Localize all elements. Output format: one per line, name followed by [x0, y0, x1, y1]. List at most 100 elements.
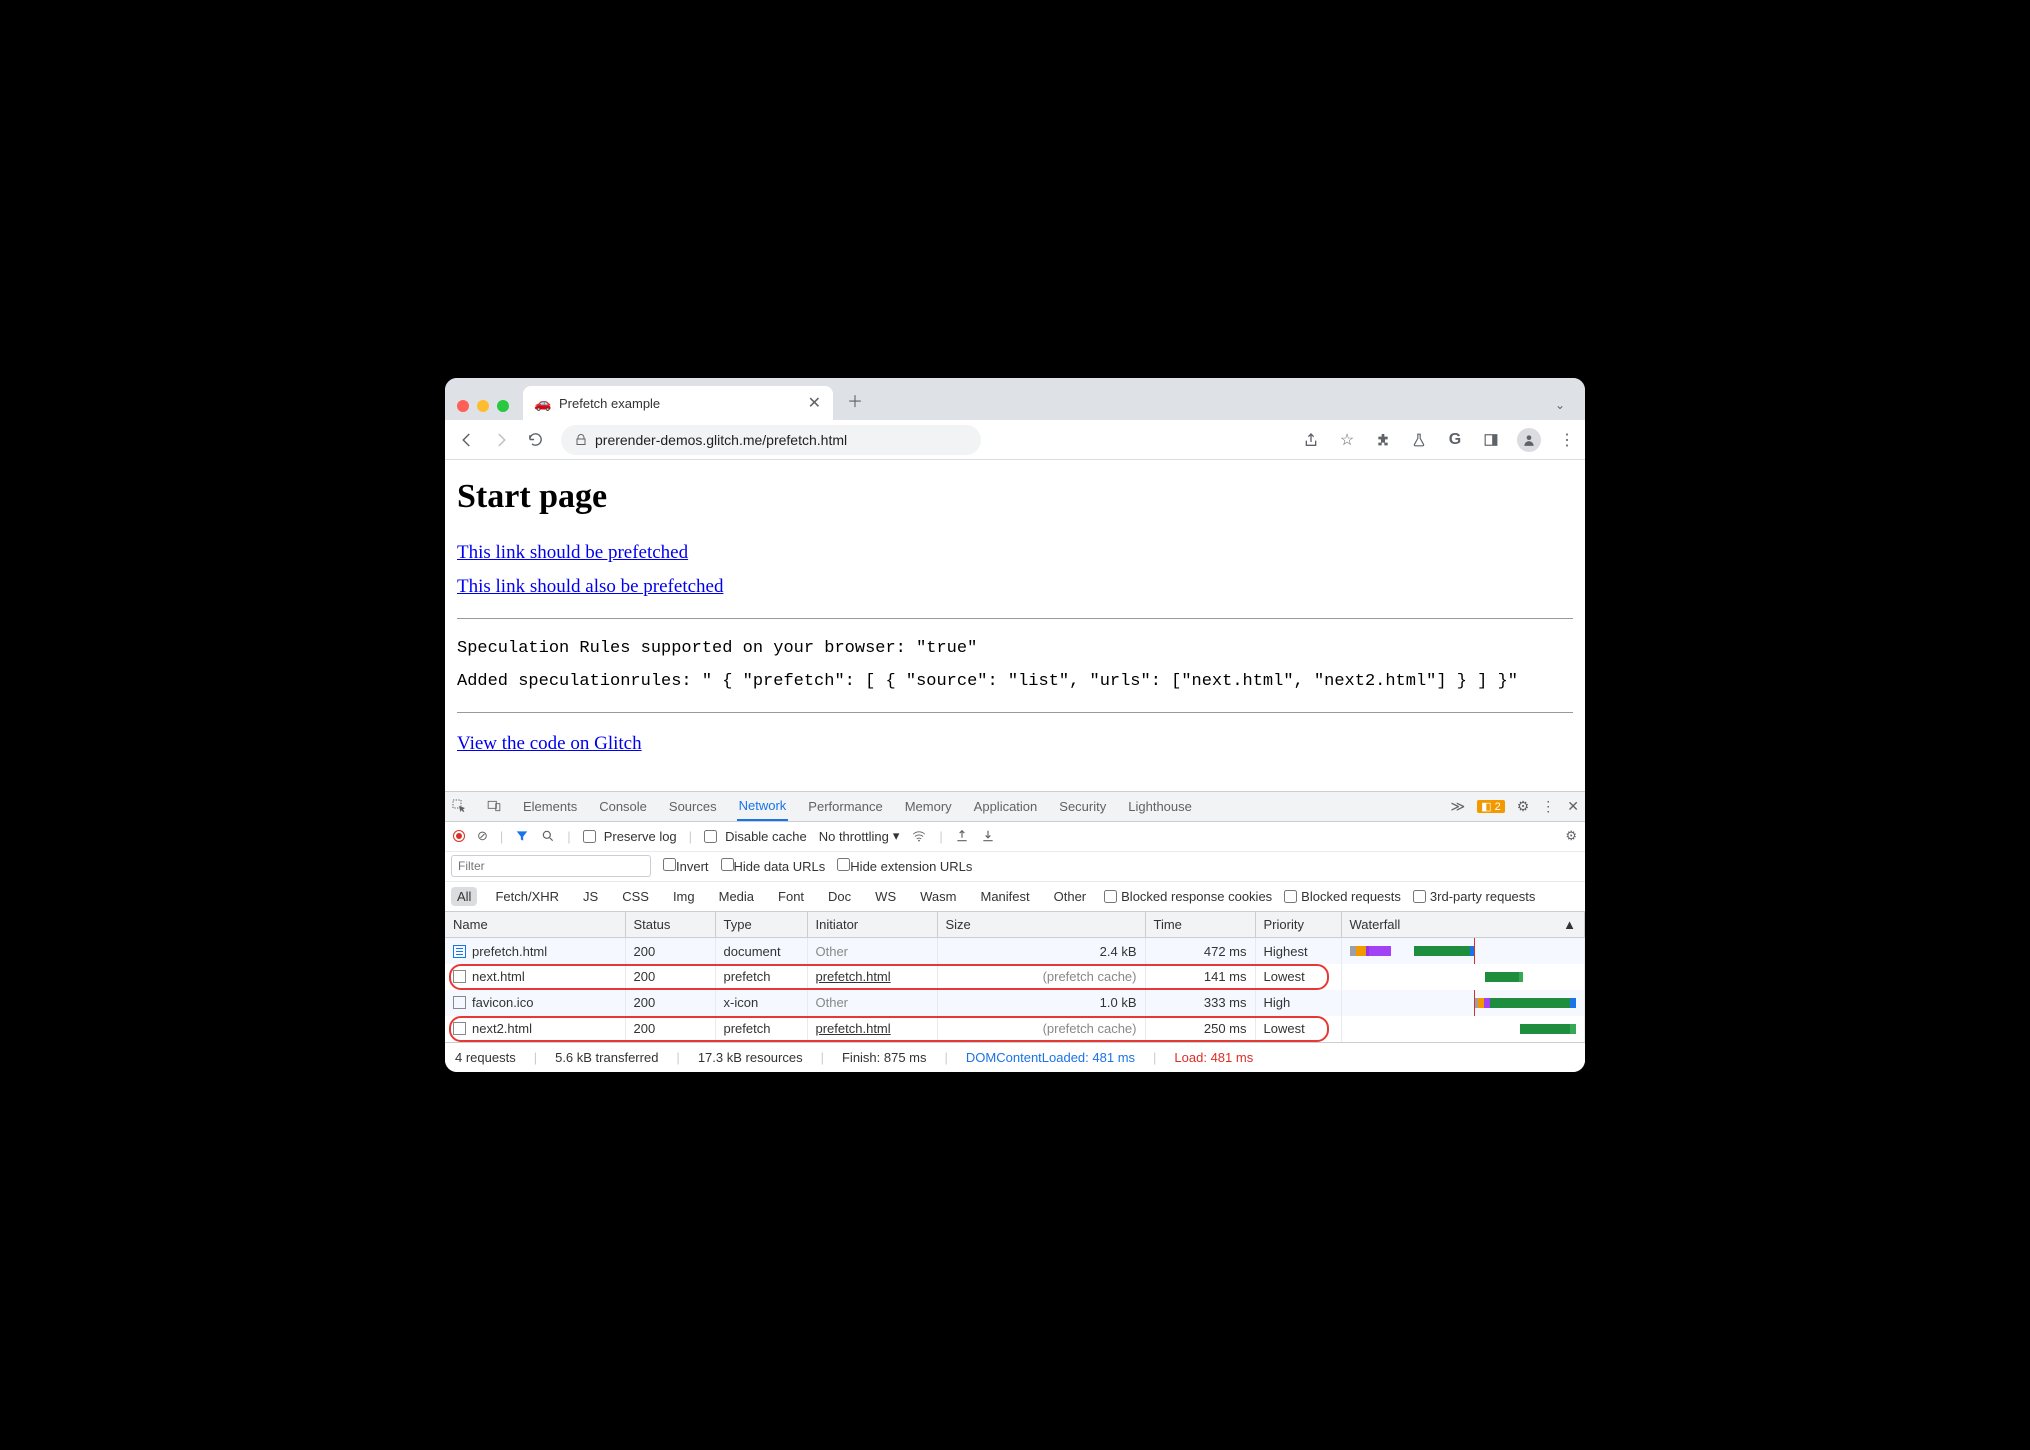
filter-wasm[interactable]: Wasm — [914, 887, 962, 906]
browser-tab[interactable]: 🚗 Prefetch example ✕ — [523, 386, 833, 420]
col-size[interactable]: Size — [937, 912, 1145, 938]
browser-window: 🚗 Prefetch example ✕ ＋ ⌄ prerender-demos… — [445, 378, 1585, 1072]
new-tab-button[interactable]: ＋ — [839, 388, 871, 420]
disable-cache-checkbox[interactable]: Disable cache — [704, 829, 807, 844]
reload-button[interactable] — [521, 426, 549, 454]
tabs-dropdown-icon[interactable]: ⌄ — [1543, 398, 1577, 420]
filter-icon[interactable] — [515, 829, 529, 843]
network-conditions-icon[interactable] — [911, 829, 927, 843]
filter-media[interactable]: Media — [713, 887, 760, 906]
maximize-window-button[interactable] — [497, 400, 509, 412]
tab-performance[interactable]: Performance — [806, 791, 884, 821]
console-output-2: Added speculationrules: " { "prefetch": … — [457, 666, 1573, 698]
col-waterfall[interactable]: Waterfall▲ — [1341, 912, 1585, 938]
minimize-window-button[interactable] — [477, 400, 489, 412]
filter-img[interactable]: Img — [667, 887, 701, 906]
hide-data-urls-checkbox[interactable]: Hide data URLs — [721, 858, 826, 874]
col-time[interactable]: Time — [1145, 912, 1255, 938]
hide-extension-urls-checkbox[interactable]: Hide extension URLs — [837, 858, 972, 874]
inspect-icon[interactable] — [451, 798, 467, 814]
filter-css[interactable]: CSS — [616, 887, 655, 906]
back-button[interactable] — [453, 426, 481, 454]
table-row[interactable]: next.html200prefetchprefetch.html(prefet… — [445, 964, 1585, 990]
close-window-button[interactable] — [457, 400, 469, 412]
tab-security[interactable]: Security — [1057, 791, 1108, 821]
tab-memory[interactable]: Memory — [903, 791, 954, 821]
filter-all[interactable]: All — [451, 887, 477, 906]
prefetch-link-2[interactable]: This link should also be prefetched — [457, 576, 723, 598]
clear-button[interactable]: ⊘ — [477, 828, 488, 844]
tab-console[interactable]: Console — [597, 791, 649, 821]
tab-title: Prefetch example — [559, 396, 800, 411]
address-bar[interactable]: prerender-demos.glitch.me/prefetch.html — [561, 425, 981, 455]
tab-elements[interactable]: Elements — [521, 791, 579, 821]
resource-type-filters: All Fetch/XHR JS CSS Img Media Font Doc … — [445, 882, 1585, 912]
status-transferred: 5.6 kB transferred — [555, 1050, 658, 1065]
blocked-requests-checkbox[interactable]: Blocked requests — [1284, 889, 1401, 904]
filter-input[interactable] — [451, 855, 651, 877]
tab-application[interactable]: Application — [972, 791, 1040, 821]
col-type[interactable]: Type — [715, 912, 807, 938]
download-har-icon[interactable] — [981, 829, 995, 843]
device-toggle-icon[interactable] — [485, 799, 503, 813]
throttling-select[interactable]: No throttling ▾ — [819, 828, 900, 844]
invert-checkbox[interactable]: Invert — [663, 858, 709, 874]
tab-lighthouse[interactable]: Lighthouse — [1126, 791, 1194, 821]
upload-har-icon[interactable] — [955, 829, 969, 843]
status-finish: Finish: 875 ms — [842, 1050, 927, 1065]
file-icon — [453, 970, 466, 983]
waterfall-bar — [1350, 970, 1577, 984]
devtools-close-icon[interactable]: ✕ — [1567, 798, 1579, 815]
network-filter-row: Invert Hide data URLs Hide extension URL… — [445, 852, 1585, 882]
filter-ws[interactable]: WS — [869, 887, 902, 906]
record-button[interactable] — [453, 830, 465, 842]
settings-icon[interactable]: ⚙ — [1517, 798, 1530, 815]
filter-manifest[interactable]: Manifest — [974, 887, 1035, 906]
side-panel-icon[interactable] — [1481, 430, 1501, 450]
filter-fetch[interactable]: Fetch/XHR — [489, 887, 565, 906]
kebab-menu-icon[interactable]: ⋮ — [1557, 430, 1577, 450]
glitch-link[interactable]: View the code on Glitch — [457, 733, 642, 755]
col-name[interactable]: Name — [445, 912, 625, 938]
col-status[interactable]: Status — [625, 912, 715, 938]
more-tabs-icon[interactable]: ≫ — [1450, 798, 1465, 815]
filter-font[interactable]: Font — [772, 887, 810, 906]
share-icon[interactable] — [1301, 430, 1321, 450]
table-row[interactable]: next2.html200prefetchprefetch.html(prefe… — [445, 1016, 1585, 1042]
prefetch-link-1[interactable]: This link should be prefetched — [457, 542, 688, 564]
devtools-menu-icon[interactable]: ⋮ — [1541, 798, 1555, 815]
waterfall-bar — [1350, 1022, 1577, 1036]
preserve-log-checkbox[interactable]: Preserve log — [583, 829, 677, 844]
extensions-icon[interactable] — [1373, 430, 1393, 450]
filter-other[interactable]: Other — [1048, 887, 1093, 906]
lock-icon — [575, 433, 587, 447]
console-output-1: Speculation Rules supported on your brow… — [457, 633, 1573, 665]
page-content: Start page This link should be prefetche… — [445, 460, 1585, 791]
blocked-cookies-checkbox[interactable]: Blocked response cookies — [1104, 889, 1272, 904]
filter-js[interactable]: JS — [577, 887, 604, 906]
network-status-bar: 4 requests| 5.6 kB transferred| 17.3 kB … — [445, 1042, 1585, 1072]
col-priority[interactable]: Priority — [1255, 912, 1341, 938]
table-row[interactable]: favicon.ico200x-iconOther1.0 kB333 msHig… — [445, 990, 1585, 1016]
labs-icon[interactable] — [1409, 430, 1429, 450]
profile-avatar[interactable] — [1517, 428, 1541, 452]
network-settings-icon[interactable]: ⚙ — [1565, 828, 1577, 844]
waterfall-bar — [1350, 944, 1577, 958]
forward-button[interactable] — [487, 426, 515, 454]
waterfall-bar — [1350, 996, 1577, 1010]
toolbar-icons: ☆ G ⋮ — [1301, 428, 1577, 452]
tab-sources[interactable]: Sources — [667, 791, 719, 821]
table-row[interactable]: prefetch.html200documentOther2.4 kB472 m… — [445, 938, 1585, 964]
col-initiator[interactable]: Initiator — [807, 912, 937, 938]
status-load: Load: 481 ms — [1174, 1050, 1253, 1065]
bookmark-star-icon[interactable]: ☆ — [1337, 430, 1357, 450]
tab-network[interactable]: Network — [737, 791, 789, 821]
search-icon[interactable] — [541, 829, 555, 843]
third-party-checkbox[interactable]: 3rd-party requests — [1413, 889, 1536, 904]
google-icon[interactable]: G — [1445, 430, 1465, 450]
url-text: prerender-demos.glitch.me/prefetch.html — [595, 432, 847, 448]
file-icon — [453, 996, 466, 1009]
filter-doc[interactable]: Doc — [822, 887, 857, 906]
tab-close-icon[interactable]: ✕ — [808, 393, 821, 413]
warnings-badge[interactable]: ◧ 2 — [1477, 800, 1505, 813]
